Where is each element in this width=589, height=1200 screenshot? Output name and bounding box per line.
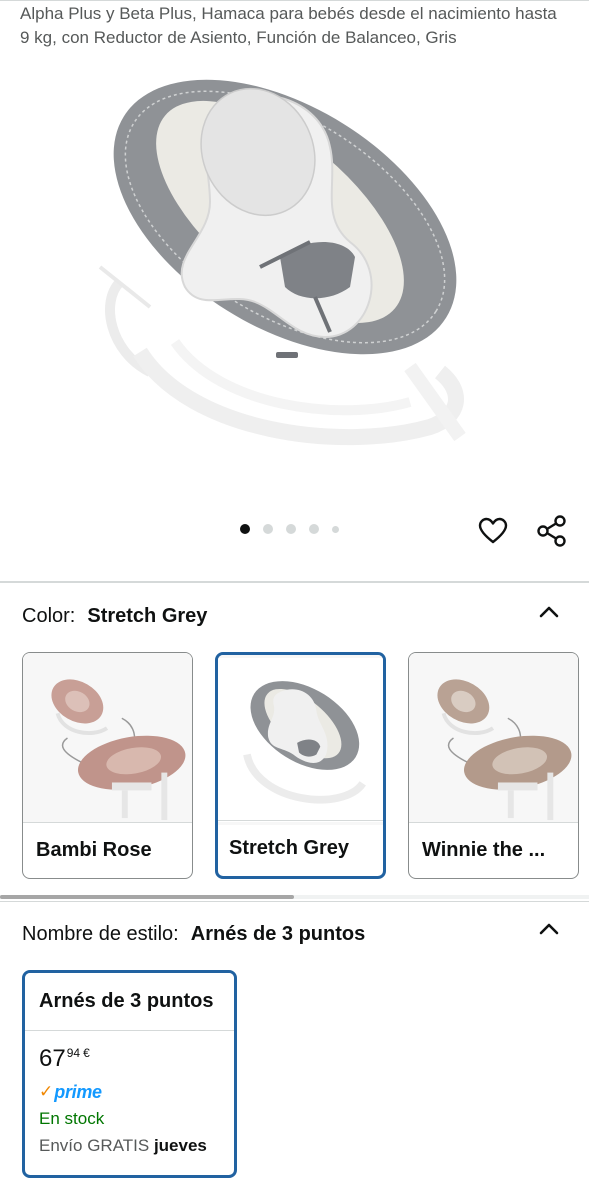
color-option-image (409, 653, 578, 823)
image-carousel-dots[interactable] (240, 524, 339, 534)
swatch-scrollbar-thumb[interactable] (0, 895, 294, 899)
style-option-card[interactable]: Arnés de 3 puntos 67 94 € ✓ prime En sto… (22, 970, 237, 1178)
price-whole: 67 (39, 1045, 66, 1072)
top-divider (0, 0, 589, 1)
style-selected-value: Arnés de 3 puntos (190, 923, 366, 945)
heart-icon[interactable] (476, 514, 510, 548)
color-selected-value: Stretch Grey (87, 605, 208, 627)
prime-label: prime (54, 1081, 102, 1102)
price: 67 94 € (39, 1045, 220, 1075)
color-option-label: Winnie the ... (409, 822, 578, 878)
carousel-dot[interactable] (332, 525, 339, 533)
color-label: Color: (22, 605, 76, 627)
prime-check-icon: ✓ (39, 1082, 54, 1101)
color-option-image (23, 653, 192, 823)
share-icon[interactable] (535, 514, 569, 548)
color-option-winnie-the[interactable]: Winnie the ... (408, 652, 579, 879)
swatch-scrollbar[interactable] (0, 895, 589, 899)
shipping-day: jueves (153, 1136, 207, 1155)
color-option-stretch-grey[interactable]: Stretch Grey (215, 652, 386, 879)
color-swatch-list: Bambi Rose Stretch Grey Winnie the ... (22, 652, 579, 879)
product-title: Alpha Plus y Beta Plus, Hamaca para bebé… (20, 4, 557, 47)
style-selector-header[interactable]: Nombre de estilo: Arnés de 3 puntos (22, 922, 365, 946)
style-label: Nombre de estilo: (22, 923, 179, 945)
color-option-image (218, 655, 383, 825)
color-selector-header[interactable]: Color: Stretch Grey (22, 604, 207, 628)
prime-badge: ✓ prime (39, 1081, 220, 1103)
color-option-bambi-rose[interactable]: Bambi Rose (22, 652, 193, 879)
price-currency: € (83, 1046, 90, 1060)
carousel-dot[interactable] (309, 524, 319, 534)
shipping-prefix: Envío GRATIS (39, 1136, 150, 1155)
color-option-label: Bambi Rose (23, 822, 192, 878)
chevron-up-icon[interactable] (538, 921, 560, 935)
chevron-up-icon[interactable] (538, 604, 560, 618)
carousel-dot[interactable] (240, 524, 250, 534)
color-option-label: Stretch Grey (218, 820, 383, 876)
carousel-dot[interactable] (263, 524, 273, 534)
section-divider (0, 581, 589, 583)
product-main-image[interactable] (80, 52, 510, 472)
price-fraction: 94 (66, 1046, 81, 1060)
section-divider (0, 901, 589, 902)
stock-status: En stock (39, 1109, 105, 1128)
carousel-dot[interactable] (286, 524, 296, 534)
style-option-name: Arnés de 3 puntos (25, 973, 234, 1031)
shipping-info: Envío GRATIS jueves (39, 1135, 220, 1157)
